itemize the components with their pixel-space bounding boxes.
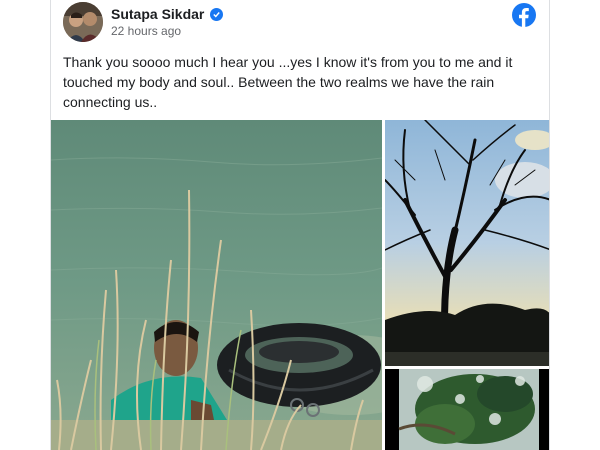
facebook-logo-icon[interactable] <box>512 3 536 27</box>
photo-man-in-lake-with-tube[interactable] <box>51 120 382 450</box>
photo-leaves-against-sky[interactable] <box>385 369 549 450</box>
verified-badge-icon <box>210 7 224 21</box>
right-margin <box>550 0 600 450</box>
post-message: Thank you soooo much I hear you ...yes I… <box>63 54 513 110</box>
author-avatar[interactable] <box>63 2 103 42</box>
author-name-row: Sutapa Sikdar <box>111 6 224 22</box>
author-name[interactable]: Sutapa Sikdar <box>111 6 204 22</box>
photo-tree-silhouette-at-dusk[interactable] <box>385 120 549 366</box>
facebook-post-card: Sutapa Sikdar 22 hours ago Thank you soo… <box>50 0 550 450</box>
post-timestamp[interactable]: 22 hours ago <box>111 24 181 38</box>
photo-grid <box>51 120 549 450</box>
left-margin <box>0 0 50 450</box>
